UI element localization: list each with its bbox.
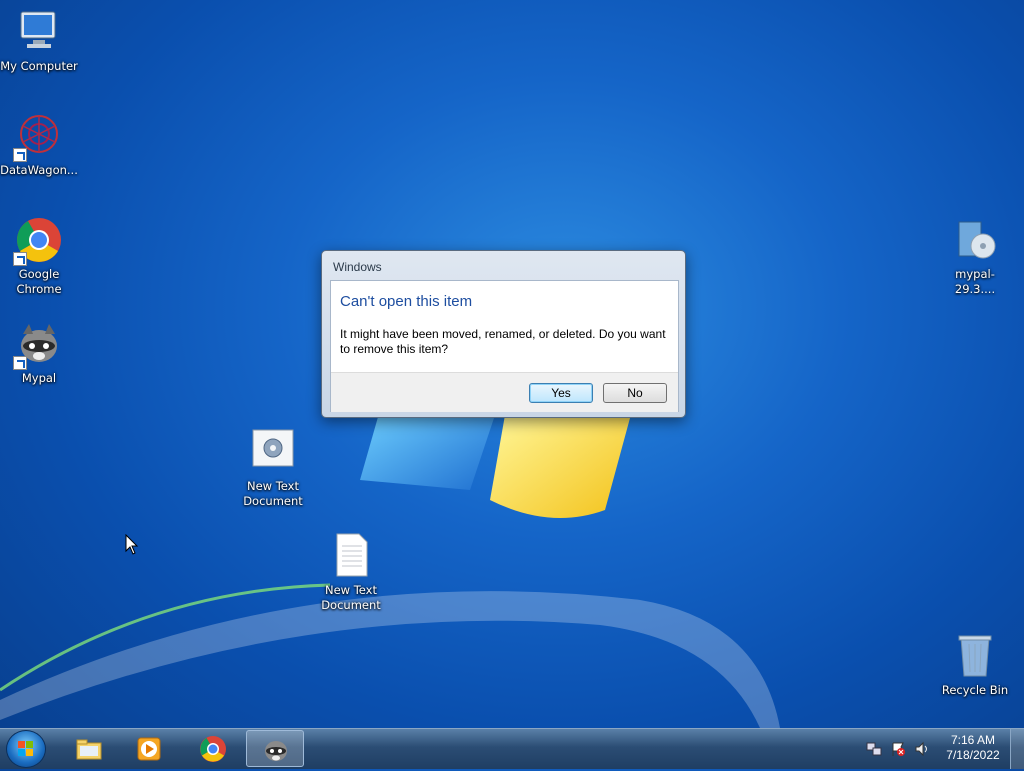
icon-label: DataWagon... (0, 163, 78, 177)
network-icon[interactable] (866, 741, 882, 757)
taskbar-file-explorer[interactable] (60, 730, 118, 767)
datawagon-icon (13, 112, 63, 162)
shortcut-arrow-icon (13, 356, 27, 370)
shortcut-arrow-icon (13, 252, 27, 266)
dialog-message: It might have been moved, renamed, or de… (340, 327, 666, 356)
error-dialog: Windows Can't open this item It might ha… (321, 250, 686, 418)
clock-date: 7/18/2022 (946, 748, 1000, 762)
installer-icon (951, 216, 999, 264)
icon-label: Recycle Bin (941, 683, 1009, 697)
desktop-icon-my-computer[interactable]: My Computer (0, 8, 78, 74)
dialog-content: Can't open this item It might have been … (330, 280, 679, 412)
chrome-icon (13, 216, 63, 266)
taskbar-chrome[interactable] (184, 730, 242, 767)
computer-icon (15, 8, 63, 56)
volume-icon[interactable] (914, 741, 930, 757)
media-player-icon (137, 737, 161, 761)
dialog-heading: Can't open this item (340, 293, 473, 310)
desktop-icon-recycle-bin[interactable]: Recycle Bin (936, 632, 1014, 698)
text-file-icon (327, 532, 375, 580)
shortcut-arrow-icon (13, 148, 27, 162)
desktop[interactable]: My Computer DataWagon... Google Chrome M… (0, 0, 1024, 728)
raccoon-icon (13, 320, 63, 370)
icon-label: mypal-29.3.... (954, 267, 996, 296)
desktop-icon-google-chrome[interactable]: Google Chrome (0, 216, 78, 297)
start-button[interactable] (6, 730, 46, 768)
icon-label: New Text Document (243, 479, 303, 508)
desktop-icon-new-text-document-2[interactable]: New Text Document (312, 532, 390, 613)
icon-label: Google Chrome (16, 267, 62, 296)
taskbar: 7:16 AM 7/18/2022 (0, 728, 1024, 769)
desktop-icon-mypal-installer[interactable]: mypal-29.3.... (936, 216, 1014, 297)
recycle-bin-icon (951, 632, 999, 680)
taskbar-media-player[interactable] (120, 730, 178, 767)
clock-time: 7:16 AM (950, 733, 996, 747)
icon-label: New Text Document (321, 583, 381, 612)
file-explorer-icon (76, 739, 102, 760)
icon-label: Mypal (21, 371, 57, 385)
no-button[interactable]: No (603, 383, 667, 403)
show-desktop-button[interactable] (1010, 729, 1024, 769)
mypal-icon (265, 741, 287, 761)
desktop-icon-mypal[interactable]: Mypal (0, 320, 78, 386)
dialog-button-bar: Yes No (331, 372, 678, 412)
taskbar-mypal[interactable] (246, 730, 304, 767)
action-center-flag-icon[interactable] (890, 741, 906, 757)
yes-button[interactable]: Yes (529, 383, 593, 403)
windows-logo-icon (18, 741, 33, 756)
mouse-cursor-icon (125, 534, 139, 555)
settings-document-icon (249, 428, 297, 476)
desktop-icon-datawagon[interactable]: DataWagon... (0, 112, 78, 178)
icon-label: My Computer (0, 59, 78, 73)
chrome-icon (200, 736, 226, 762)
clock[interactable]: 7:16 AM 7/18/2022 (938, 733, 1008, 763)
desktop-icon-new-text-document-1[interactable]: New Text Document (234, 428, 312, 509)
dialog-title: Windows (333, 260, 382, 274)
